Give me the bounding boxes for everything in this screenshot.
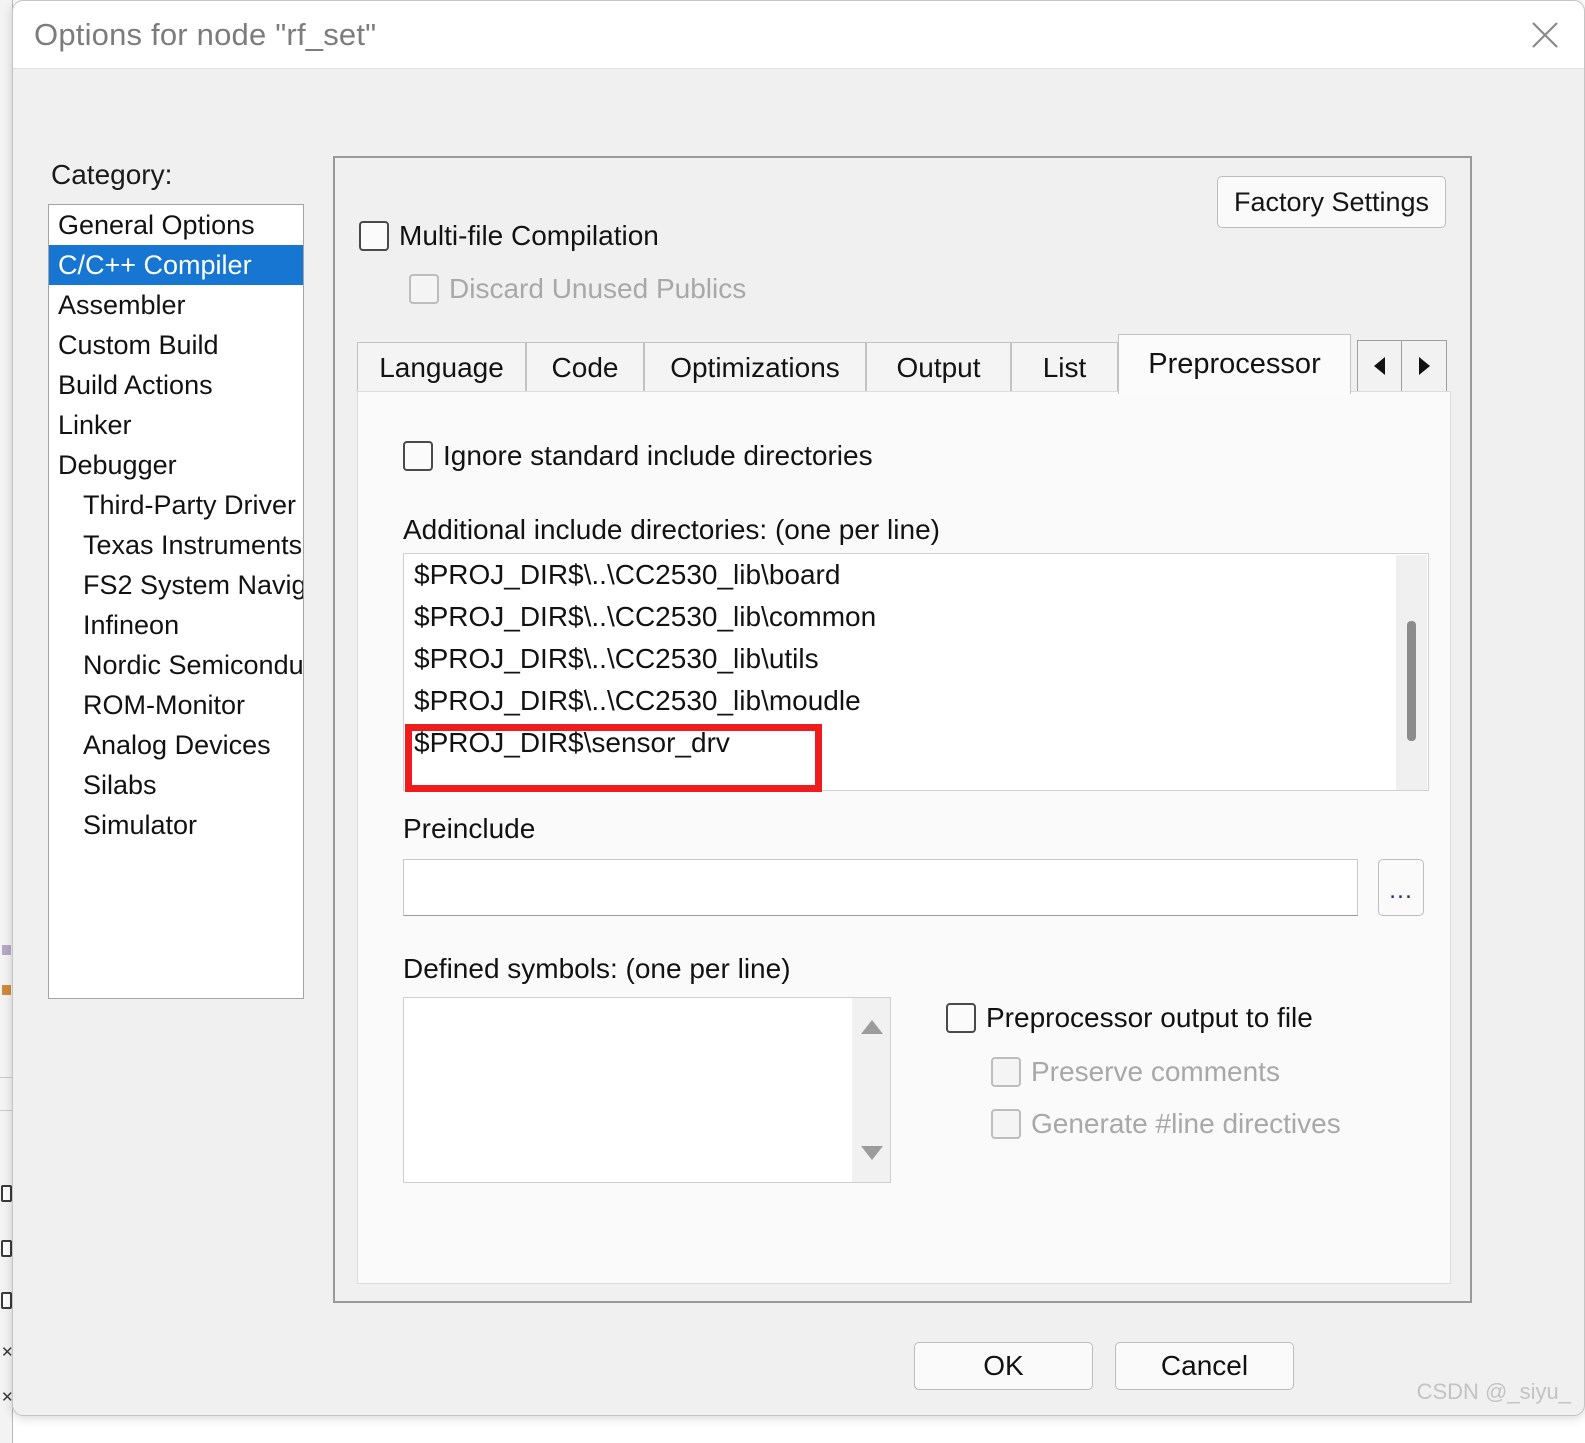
sidebar-item-general-options[interactable]: General Options <box>49 205 303 245</box>
list-item[interactable]: $PROJ_DIR$\..\CC2530_lib\common <box>404 596 1428 638</box>
multi-file-compilation-label: Multi-file Compilation <box>399 220 659 251</box>
checkbox-box <box>403 441 433 471</box>
list-item[interactable]: $PROJ_DIR$\..\CC2530_lib\board <box>404 554 1428 596</box>
page-title: Options for node "rf_set" <box>34 17 377 52</box>
include-list-scrollbar[interactable] <box>1396 555 1427 790</box>
sidebar-item-third-party-driver[interactable]: Third-Party Driver <box>49 485 303 525</box>
generate-line-directives-label: Generate #line directives <box>1031 1108 1341 1139</box>
bg-checkbox <box>1 1185 12 1202</box>
compiler-tabstrip: Language Code Optimizations Output List … <box>357 334 1451 394</box>
multi-file-compilation-checkbox[interactable]: Multi-file Compilation <box>359 220 659 252</box>
tab-output[interactable]: Output <box>866 342 1011 392</box>
preserve-comments-label: Preserve comments <box>1031 1056 1280 1087</box>
sidebar-item-custom-build[interactable]: Custom Build <box>49 325 303 365</box>
sidebar-item-simulator[interactable]: Simulator <box>49 805 303 845</box>
additional-include-directories-label: Additional include directories: (one per… <box>403 514 940 545</box>
watermark: CSDN @_siyu_ <box>1416 1379 1571 1404</box>
factory-settings-button[interactable]: Factory Settings <box>1217 176 1446 228</box>
bg-speck <box>2 985 11 995</box>
checkbox-box <box>991 1057 1021 1087</box>
preprocessor-output-to-file-label: Preprocessor output to file <box>986 1002 1313 1033</box>
defined-symbols-scrollbar[interactable] <box>852 998 890 1182</box>
title-bar: Options for node "rf_set" <box>13 1 1584 69</box>
defined-symbols-label: Defined symbols: (one per line) <box>403 953 791 984</box>
category-list[interactable]: General Options C/C++ Compiler Assembler… <box>48 204 304 999</box>
sidebar-item-linker[interactable]: Linker <box>49 405 303 445</box>
sidebar-item-silabs[interactable]: Silabs <box>49 765 303 805</box>
scrollbar-thumb[interactable] <box>1407 621 1416 741</box>
checkbox-box <box>409 274 439 304</box>
sidebar-item-build-actions[interactable]: Build Actions <box>49 365 303 405</box>
preinclude-input[interactable] <box>403 859 1358 916</box>
ignore-standard-include-checkbox[interactable]: Ignore standard include directories <box>403 440 873 472</box>
ignore-standard-include-label: Ignore standard include directories <box>443 440 873 471</box>
preserve-comments-checkbox: Preserve comments <box>991 1056 1280 1088</box>
tab-preprocessor[interactable]: Preprocessor <box>1118 334 1351 394</box>
tab-optimizations[interactable]: Optimizations <box>644 342 866 392</box>
triangle-down-icon[interactable] <box>861 1146 883 1160</box>
sidebar-item-analog-devices[interactable]: Analog Devices <box>49 725 303 765</box>
triangle-left-icon[interactable] <box>1357 340 1402 392</box>
sidebar-item-rom-monitor[interactable]: ROM-Monitor <box>49 685 303 725</box>
close-icon[interactable] <box>1506 1 1584 68</box>
sidebar-item-debugger[interactable]: Debugger <box>49 445 303 485</box>
checkbox-box <box>946 1003 976 1033</box>
tab-scroll-buttons <box>1357 340 1447 392</box>
bg-checkbox <box>1 1240 12 1257</box>
generate-line-directives-checkbox: Generate #line directives <box>991 1108 1341 1140</box>
sidebar-item-fs2-system-navigator[interactable]: FS2 System Navigator <box>49 565 303 605</box>
preprocessor-output-to-file-checkbox[interactable]: Preprocessor output to file <box>946 1002 1313 1034</box>
triangle-up-icon[interactable] <box>861 1020 883 1034</box>
cancel-button[interactable]: Cancel <box>1115 1342 1294 1390</box>
ok-button[interactable]: OK <box>914 1342 1093 1390</box>
bg-checkbox <box>1 1292 12 1309</box>
preinclude-label: Preinclude <box>403 813 536 844</box>
defined-symbols-textarea[interactable] <box>403 997 891 1183</box>
sidebar-item-c-cpp-compiler[interactable]: C/C++ Compiler <box>49 245 303 285</box>
sidebar-item-texas-instruments[interactable]: Texas Instruments <box>49 525 303 565</box>
sidebar-item-assembler[interactable]: Assembler <box>49 285 303 325</box>
discard-unused-publics-checkbox: Discard Unused Publics <box>409 273 746 305</box>
bg-speck <box>2 945 11 955</box>
list-item[interactable]: $PROJ_DIR$\..\CC2530_lib\utils <box>404 638 1428 680</box>
tab-list[interactable]: List <box>1011 342 1118 392</box>
preinclude-browse-button[interactable]: ... <box>1378 859 1424 916</box>
sidebar-item-infineon[interactable]: Infineon <box>49 605 303 645</box>
tab-language[interactable]: Language <box>357 342 526 392</box>
list-item[interactable]: $PROJ_DIR$\..\CC2530_lib\moudle <box>404 680 1428 722</box>
checkbox-box <box>991 1109 1021 1139</box>
checkbox-box <box>359 221 389 251</box>
sidebar-item-nordic-semiconductor[interactable]: Nordic Semiconductor <box>49 645 303 685</box>
category-label: Category: <box>51 159 173 190</box>
triangle-right-icon[interactable] <box>1402 340 1447 392</box>
include-directories-list[interactable]: $PROJ_DIR$\..\CC2530_lib\board $PROJ_DIR… <box>403 553 1429 791</box>
tab-code[interactable]: Code <box>526 342 644 392</box>
list-item[interactable]: $PROJ_DIR$\sensor_drv <box>404 722 1428 764</box>
screen: ✕ ✕ Options for node "rf_set" Category: … <box>0 0 1585 1443</box>
options-dialog: Options for node "rf_set" Category: Gene… <box>12 0 1585 1416</box>
discard-unused-publics-label: Discard Unused Publics <box>449 273 747 304</box>
